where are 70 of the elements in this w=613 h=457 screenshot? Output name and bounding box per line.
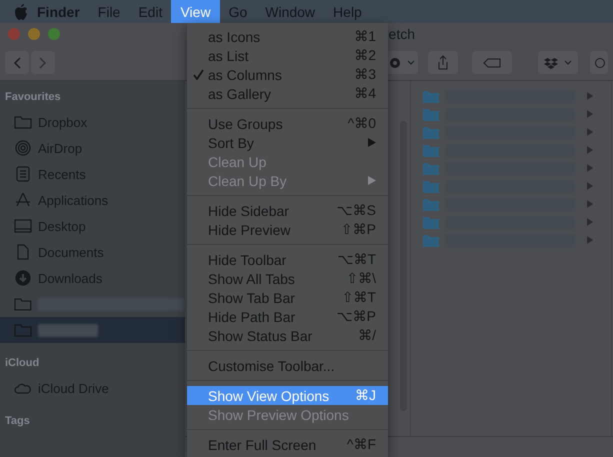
menu-item[interactable]: Customise Toolbar...	[187, 356, 388, 375]
tag-button[interactable]	[472, 51, 512, 74]
boxes-icon	[544, 56, 558, 68]
menu-item[interactable]: Show Tab Bar ⇧⌘T	[187, 288, 388, 307]
folder-icon	[423, 143, 439, 157]
folder-icon	[14, 296, 32, 312]
menu-item[interactable]: Use Groups ^⌘0	[187, 114, 388, 133]
share-button[interactable]	[428, 51, 458, 74]
search-button[interactable]	[590, 51, 608, 74]
triangle-right-icon	[587, 200, 593, 208]
dropbox-button[interactable]	[538, 51, 578, 74]
folder-icon	[423, 125, 439, 139]
folder-icon	[423, 233, 439, 247]
folder-icon	[423, 215, 439, 229]
folder-icon	[423, 161, 439, 175]
menu-bar-item[interactable]: View	[171, 0, 220, 23]
triangle-right-icon	[587, 218, 593, 226]
chevron-right-icon	[39, 56, 47, 68]
folder-icon	[423, 179, 439, 193]
sidebar-section-title: Tags	[4, 414, 31, 429]
minimize-button[interactable]	[28, 28, 40, 40]
menu-item[interactable]: Hide Sidebar ⌥⌘S	[187, 201, 388, 220]
triangle-right-icon	[587, 128, 593, 136]
menu-item[interactable]: as Gallery ⌘4	[187, 84, 388, 103]
sidebar-item[interactable]	[0, 317, 185, 343]
sidebar-section-title: iCloud	[4, 356, 40, 371]
submenu-arrow-icon	[368, 176, 376, 185]
menu-item[interactable]: Show All Tabs ⇧⌘\	[187, 269, 388, 288]
triangle-right-icon	[587, 146, 593, 154]
folder-icon	[14, 114, 32, 130]
zoom-button[interactable]	[48, 28, 60, 40]
menu-item[interactable]: Show View Options ⌘J	[187, 386, 388, 405]
menu-item[interactable]: Sort By	[187, 133, 388, 152]
folder-icon	[423, 107, 439, 121]
tag-icon	[483, 58, 501, 68]
triangle-right-icon	[587, 92, 593, 100]
folder-icon	[14, 322, 32, 338]
menu-item[interactable]: Hide Preview ⇧⌘P	[187, 220, 388, 239]
share-icon	[437, 55, 449, 70]
menu-item[interactable]: as List ⌘2	[187, 46, 388, 65]
forward-button[interactable]	[31, 51, 55, 74]
back-button[interactable]	[5, 51, 29, 74]
recents-icon	[14, 166, 32, 182]
triangle-right-icon	[587, 236, 593, 244]
blurred-label	[38, 324, 98, 336]
close-button[interactable]	[8, 28, 20, 40]
search-icon	[593, 56, 605, 68]
chevron-down-icon	[564, 60, 572, 65]
action-button[interactable]	[386, 51, 418, 74]
chevron-down-icon	[407, 60, 415, 65]
airdrop-icon	[14, 140, 32, 156]
submenu-arrow-icon	[368, 138, 376, 147]
gear-icon	[389, 56, 401, 68]
apple-logo-icon[interactable]	[14, 4, 28, 20]
downloads-icon	[14, 270, 32, 286]
menu-item[interactable]: Hide Toolbar ⌥⌘T	[187, 250, 388, 269]
folder-icon	[423, 197, 439, 211]
triangle-right-icon	[587, 164, 593, 172]
desktop-icon	[14, 218, 32, 234]
menu-item[interactable]: as Icons ⌘1	[187, 27, 388, 46]
menu-item[interactable]: Show Status Bar ⌘/	[187, 326, 388, 345]
menu-item[interactable]: Enter Full Screen ^⌘F	[187, 435, 388, 454]
menu-item[interactable]: as Columns ⌘3	[187, 65, 388, 84]
chevron-left-icon	[13, 56, 21, 68]
triangle-right-icon	[587, 182, 593, 190]
triangle-right-icon	[587, 110, 593, 118]
menu-item[interactable]: Hide Path Bar ⌥⌘P	[187, 307, 388, 326]
folder-icon	[423, 89, 439, 103]
applications-icon	[14, 192, 32, 208]
sidebar-section-title: Favourites	[4, 90, 62, 105]
